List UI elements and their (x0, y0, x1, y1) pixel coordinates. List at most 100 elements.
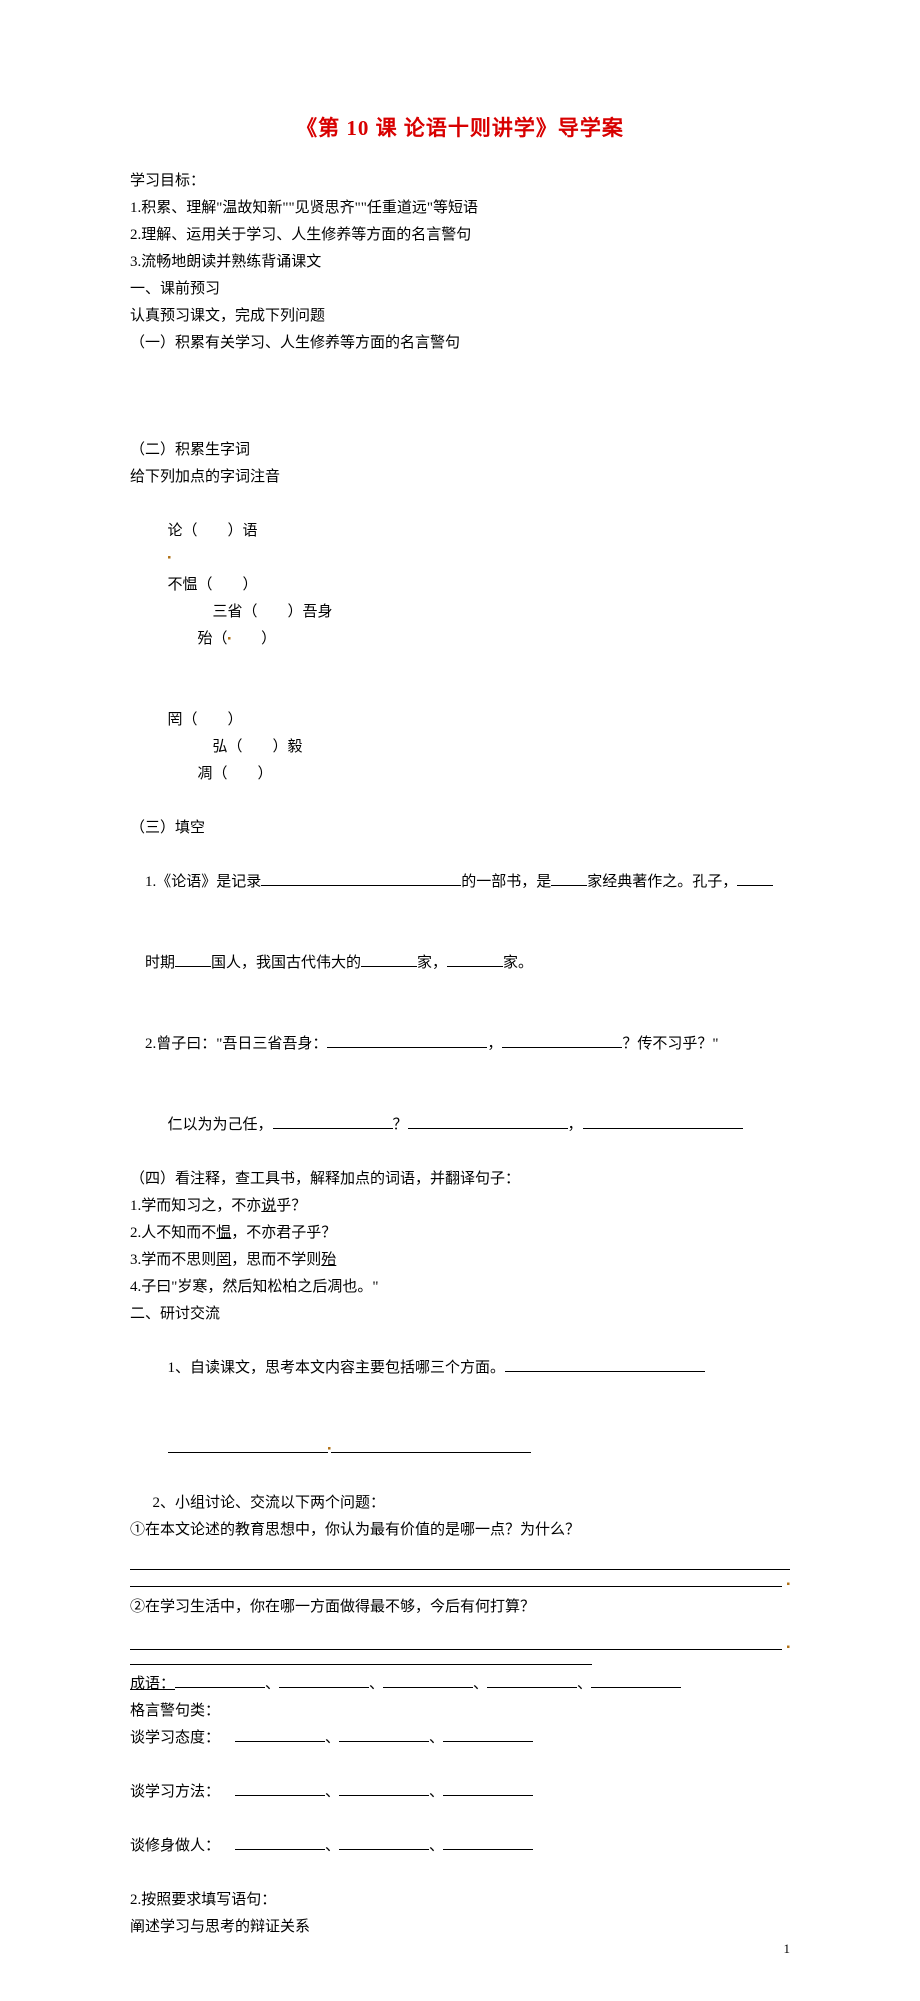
idiom-line: 成语： 、 、 、 、 (130, 1671, 790, 1698)
fill-blank[interactable] (198, 712, 228, 728)
pinyin-line-2: 罔（ ） 弘（ ）毅 凋（ ） (130, 680, 790, 815)
dot-icon: ▪ (786, 1576, 790, 1594)
fill-blank[interactable] (339, 1726, 429, 1742)
underlined-word: 殆 (321, 1252, 336, 1268)
text: 仁以为为己任， (168, 1117, 273, 1133)
fill-blank[interactable] (327, 1032, 487, 1048)
text: 论（ (168, 523, 198, 539)
text: 家。 (503, 955, 533, 971)
fill-blank[interactable] (361, 951, 417, 967)
fill-blank[interactable] (243, 739, 273, 755)
goal-item: 1.积累、理解"温故知新""见贤思齐""任重道远"等短语 (130, 195, 790, 222)
text: ） (228, 712, 243, 728)
text: 三省（ (213, 604, 258, 620)
fill-blank[interactable] (235, 1834, 325, 1850)
dot-icon: ▪ (786, 1639, 790, 1657)
cat-line: 谈学习态度： 、 、 (130, 1725, 790, 1779)
answer-line-dotted[interactable]: ▪ (130, 1576, 790, 1594)
fill-blank[interactable] (175, 951, 211, 967)
fill-blank[interactable] (583, 1113, 743, 1129)
fill-blank[interactable] (331, 1437, 531, 1453)
fill-blank[interactable] (213, 577, 243, 593)
text: 时期 (145, 955, 175, 971)
cat-label: 谈修身做人： (130, 1833, 220, 1860)
text: 国人，我国古代伟大的 (211, 955, 361, 971)
fill-blank[interactable] (443, 1780, 533, 1796)
subsection-4: （四）看注释，查工具书，解释加点的词语，并翻译句子： (130, 1166, 790, 1193)
answer-line[interactable]: ▪ (130, 1409, 790, 1490)
answer-line[interactable] (130, 1663, 592, 1665)
fill-blank[interactable] (279, 1672, 369, 1688)
fill-question-1b: 时期 国人，我国古代伟大的 家， 家。 (130, 923, 790, 1004)
fill-blank[interactable] (273, 1113, 393, 1129)
text: 家， (417, 955, 447, 971)
cat-line: 谈修身做人： 、 、 (130, 1833, 790, 1887)
q4-item: 4.子曰"岁寒，然后知松柏之后凋也。" (130, 1274, 790, 1301)
fill-blank[interactable] (443, 1726, 533, 1742)
answer-line[interactable] (130, 1568, 790, 1570)
fill-blank[interactable] (231, 631, 261, 647)
blank-space (130, 357, 790, 437)
fill-blank[interactable] (258, 604, 288, 620)
aphorism-label: 格言警句类： (130, 1698, 790, 1725)
text: 凋（ (198, 766, 228, 782)
subsection-3: （三）填空 (130, 815, 790, 842)
fill-blank[interactable] (339, 1834, 429, 1850)
fill-blank[interactable] (737, 870, 773, 886)
text: 殆（ (198, 631, 228, 647)
requirement-2b: 阐述学习与思考的辩证关系 (130, 1914, 790, 1941)
fill-question-1: 1.《论语》是记录的一部书，是家经典著作之。孔子， (130, 842, 790, 923)
subsection-2-instruction: 给下列加点的字词注音 (130, 464, 790, 491)
fill-blank[interactable] (443, 1834, 533, 1850)
goal-item: 2.理解、运用关于学习、人生修养等方面的名言警句 (130, 222, 790, 249)
text: ？传不习乎？" (622, 1036, 718, 1052)
text: ， (487, 1036, 502, 1052)
fill-blank[interactable] (175, 1672, 265, 1688)
fill-blank[interactable] (235, 1780, 325, 1796)
fill-blank[interactable] (261, 870, 461, 886)
fill-blank[interactable] (447, 951, 503, 967)
fill-blank[interactable] (235, 1726, 325, 1742)
text: 家经典著作之。孔子， (587, 874, 737, 890)
page-number: 1 (784, 1937, 791, 1960)
text: 1、自读课文，思考本文内容主要包括哪三个方面。 (168, 1360, 506, 1376)
fill-blank[interactable] (198, 523, 228, 539)
fill-question-2b: 仁以为为己任，？， (130, 1085, 790, 1166)
fill-blank[interactable] (487, 1672, 577, 1688)
dot-icon: ▪ (168, 552, 172, 563)
document-page: 《第 10 课 论语十则讲学》导学案 学习目标： 1.积累、理解"温故知新""见… (0, 0, 920, 2001)
answer-line-dotted[interactable]: ▪ (130, 1639, 790, 1657)
text: 2.曾子曰："吾日三省吾身： (145, 1036, 327, 1052)
text: ）吾身 (288, 604, 333, 620)
fill-blank[interactable] (228, 766, 258, 782)
sec2-q2: 2、小组讨论、交流以下两个问题： (130, 1490, 790, 1517)
requirement-2: 2.按照要求填写语句： (130, 1887, 790, 1914)
heading-goals: 学习目标： (130, 168, 790, 195)
text: ）毅 (273, 739, 303, 755)
section-1-title: 一、课前预习 (130, 276, 790, 303)
text: 弘（ (213, 739, 243, 755)
page-title: 《第 10 课 论语十则讲学》导学案 (130, 110, 790, 148)
subsection-2: （二）积累生字词 (130, 437, 790, 464)
fill-blank[interactable] (383, 1672, 473, 1688)
fill-blank[interactable] (502, 1032, 622, 1048)
sec2-q2a: ①在本文论述的教育思想中，你认为最有价值的是哪一点？为什么？ (130, 1517, 790, 1544)
fill-blank[interactable] (168, 1437, 328, 1453)
fill-blank[interactable] (339, 1780, 429, 1796)
text: 不愠（ (168, 577, 213, 593)
text: 1.《论语》是记录 (145, 874, 261, 890)
cat-label: 谈学习方法： (130, 1779, 220, 1806)
subsection-1: （一）积累有关学习、人生修养等方面的名言警句 (130, 330, 790, 357)
text: ， (568, 1117, 583, 1133)
fill-blank[interactable] (408, 1113, 568, 1129)
sec2-q1: 1、自读课文，思考本文内容主要包括哪三个方面。 (130, 1328, 790, 1409)
section-1-intro: 认真预习课文，完成下列问题 (130, 303, 790, 330)
q4-item: 3.学而不思则罔，思而不学则殆 (130, 1247, 790, 1274)
cat-label: 谈学习态度： (130, 1725, 220, 1752)
idiom-label: 成语： (130, 1671, 175, 1698)
pinyin-line-1: 论（ ）语 ▪ 不愠（ ） 三省（ ）吾身 殆（▪ ） (130, 491, 790, 680)
fill-blank[interactable] (551, 870, 587, 886)
q4-item: 1.学而知习之，不亦说乎？ (130, 1193, 790, 1220)
fill-blank[interactable] (505, 1356, 705, 1372)
fill-blank[interactable] (591, 1672, 681, 1688)
